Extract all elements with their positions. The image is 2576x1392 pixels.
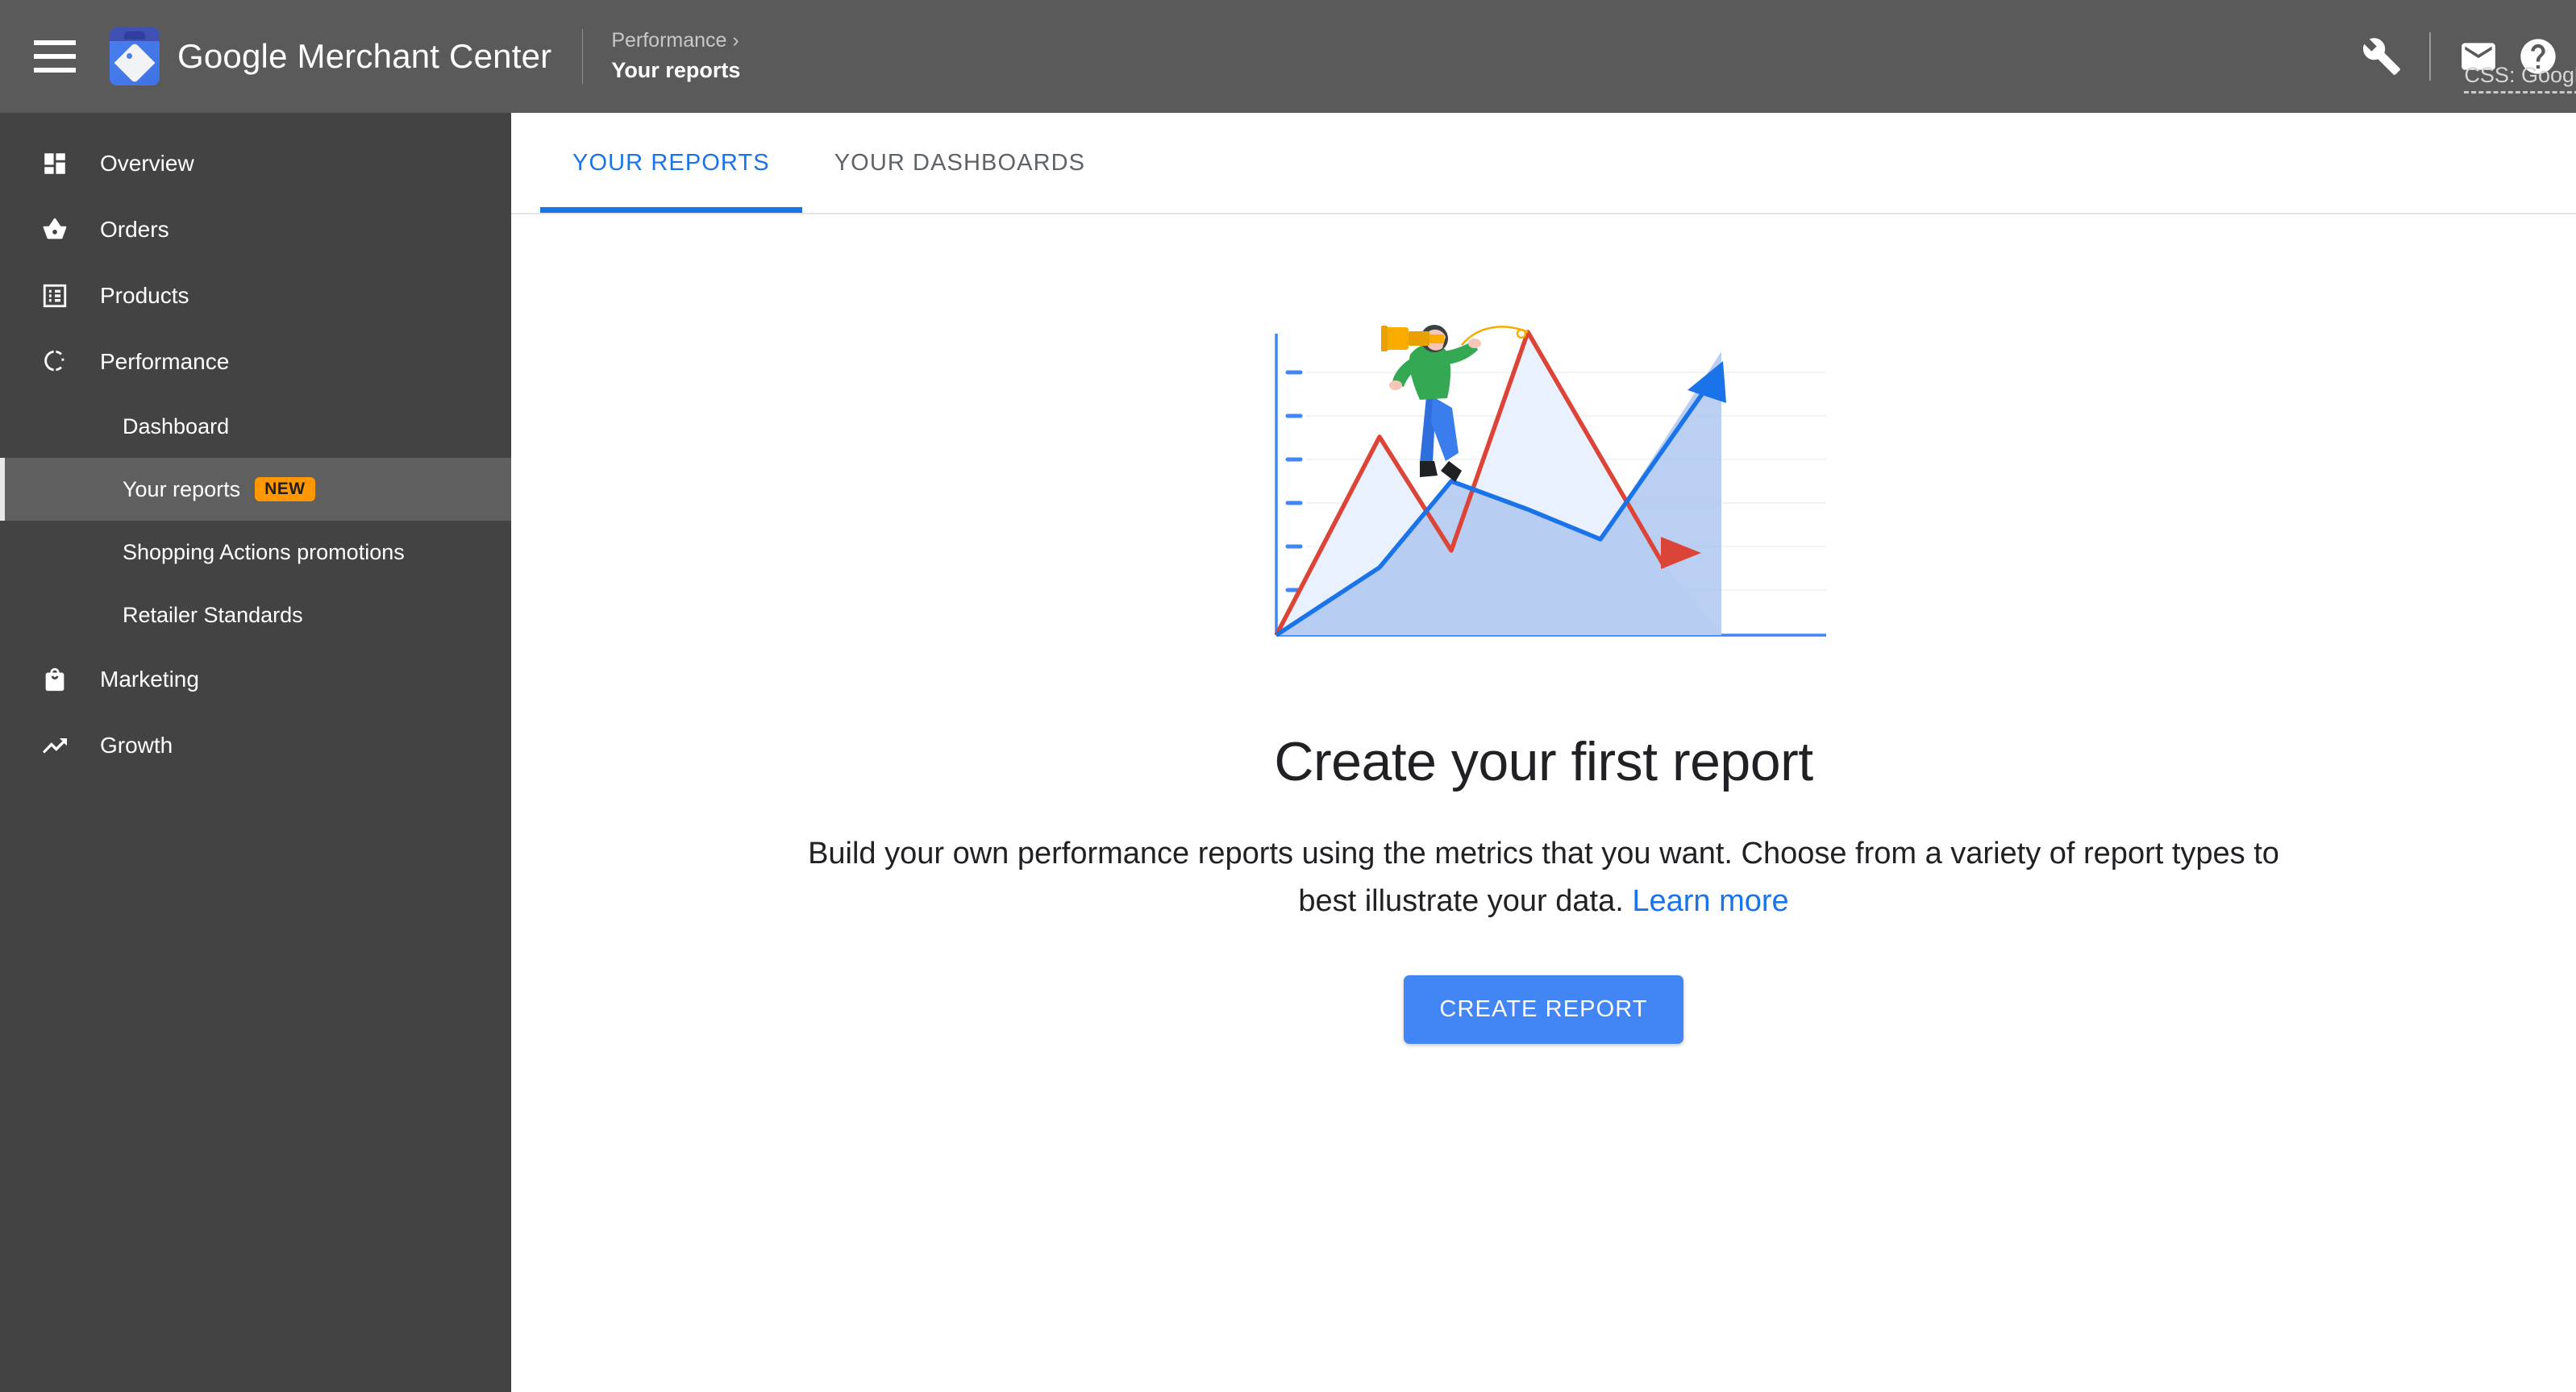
hamburger-menu-icon[interactable]	[34, 40, 76, 73]
learn-more-link[interactable]: Learn more	[1632, 884, 1788, 918]
empty-state-body-text: Build your own performance reports using…	[808, 837, 2279, 918]
sidebar-item-growth[interactable]: Growth	[0, 713, 511, 779]
sidebar-item-label: Your reports	[123, 476, 241, 501]
trending-up-icon	[39, 729, 71, 762]
sidebar-item-label: Shopping Actions promotions	[123, 539, 405, 564]
sidebar-item-label: Orders	[100, 217, 169, 242]
breadcrumb-parent[interactable]: Performance ›	[611, 29, 740, 53]
sidebar-item-overview[interactable]: Overview	[0, 131, 511, 197]
tab-label: YOUR REPORTS	[572, 149, 770, 176]
hamburger-bar	[34, 54, 76, 59]
sidebar-item-shopping-actions-promotions[interactable]: Shopping Actions promotions	[0, 521, 511, 584]
sidebar-item-orders[interactable]: Orders	[0, 197, 511, 263]
header-divider	[582, 29, 584, 84]
sidebar-item-label: Dashboard	[123, 413, 230, 438]
breadcrumb: Performance › Your reports	[611, 29, 740, 83]
logo-price-tag	[114, 42, 156, 84]
sidebar-item-label: Performance	[100, 349, 230, 374]
sidebar-item-label: Growth	[100, 733, 173, 758]
sidebar-item-marketing[interactable]: Marketing	[0, 646, 511, 713]
breadcrumb-parent-label: Performance	[611, 29, 727, 52]
sidebar-item-performance[interactable]: Performance	[0, 329, 511, 395]
dashboard-grid-icon	[39, 148, 71, 180]
tab-your-reports[interactable]: YOUR REPORTS	[540, 113, 802, 213]
sidebar-item-products[interactable]: Products	[0, 263, 511, 329]
sidebar-item-dashboard[interactable]: Dashboard	[0, 395, 511, 458]
sidebar-item-retailer-standards[interactable]: Retailer Standards	[0, 584, 511, 646]
sidebar: Overview Orders Products Performance Das…	[0, 113, 511, 1392]
main-content: YOUR REPORTS YOUR DASHBOARDS Create your…	[511, 113, 2576, 1392]
brand-title: Google Merchant Center	[177, 37, 552, 75]
hamburger-bar	[34, 40, 76, 45]
person-figure	[1380, 325, 1481, 482]
chevron-right-icon: ›	[732, 29, 739, 52]
app-header: Google Merchant Center Performance › You…	[0, 0, 2576, 113]
sidebar-item-label: Products	[100, 283, 189, 308]
breadcrumb-current: Your reports	[611, 57, 741, 82]
list-table-icon	[39, 280, 71, 312]
sidebar-item-your-reports[interactable]: Your reports NEW	[0, 458, 511, 521]
create-report-button[interactable]: CREATE REPORT	[1404, 974, 1683, 1044]
sidebar-item-label: Overview	[100, 151, 194, 176]
tab-bar: YOUR REPORTS YOUR DASHBOARDS	[511, 113, 2576, 214]
empty-state-description: Build your own performance reports using…	[786, 830, 2302, 925]
shopping-bag-icon	[39, 663, 71, 696]
new-badge: NEW	[255, 477, 315, 501]
hamburger-bar	[34, 68, 76, 73]
header-icon-divider	[2429, 32, 2431, 81]
sidebar-item-label: Marketing	[100, 667, 199, 692]
page-title: Create your first report	[1274, 731, 1813, 792]
donut-chart-icon	[39, 346, 71, 378]
wrench-icon[interactable]	[2352, 27, 2412, 86]
css-account-label[interactable]: CSS: Googl	[2464, 63, 2576, 93]
sidebar-item-label: Retailer Standards	[123, 602, 303, 627]
tab-label: YOUR DASHBOARDS	[834, 149, 1086, 176]
person-with-telescope-on-line-chart-illustration	[1274, 325, 1826, 638]
logo-cap	[110, 27, 160, 41]
basket-icon	[39, 214, 71, 246]
tab-your-dashboards[interactable]: YOUR DASHBOARDS	[802, 113, 1117, 213]
empty-state: Create your first report Build your own …	[511, 214, 2576, 1044]
merchant-center-logo-icon[interactable]	[110, 27, 160, 85]
logo-tag-hole	[127, 53, 132, 59]
